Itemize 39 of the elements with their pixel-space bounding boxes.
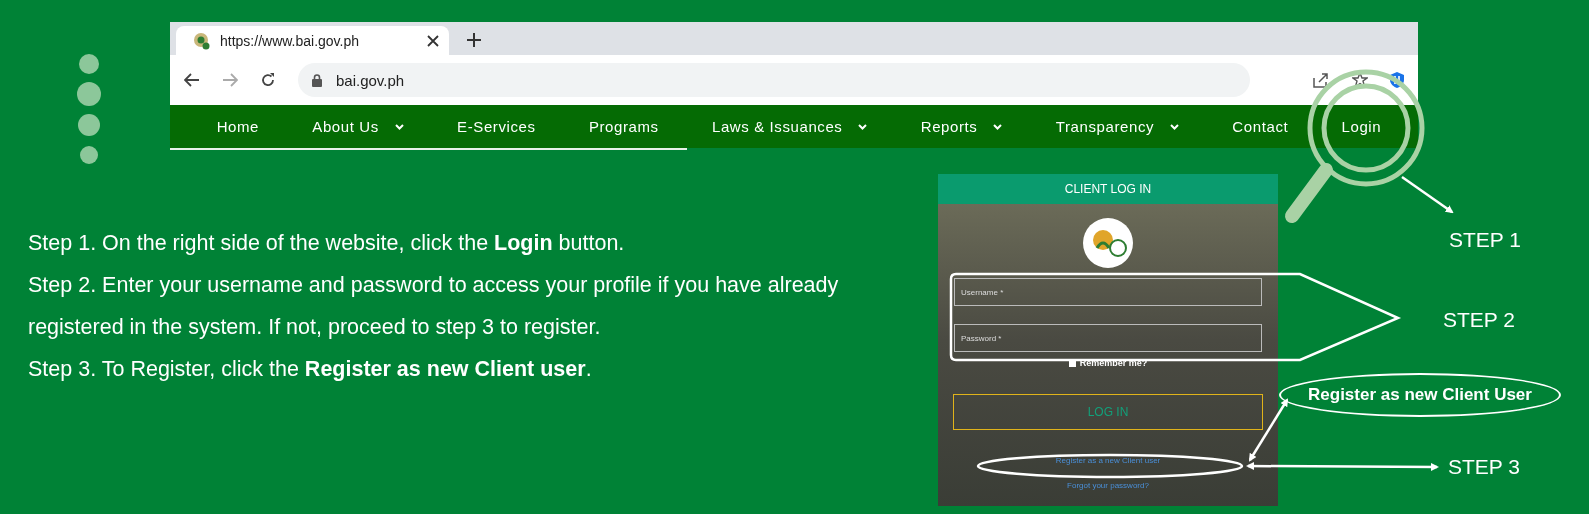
callout-label: Register as new Client User (1279, 373, 1561, 417)
instruction-text: Step 2. Enter your username and password to access your profile if you have already registered in the system. If not, proceed to step 3 to register. (28, 272, 840, 341)
close-icon[interactable] (427, 34, 439, 47)
checkbox[interactable] (1068, 359, 1076, 367)
nav-link[interactable]: E-Services (457, 118, 536, 135)
address-bar[interactable]: bai.gov.ph (298, 63, 1250, 97)
step-label: STEP 2 (1443, 308, 1515, 332)
nav-link[interactable]: Reports (920, 118, 978, 135)
share-icon[interactable] (1312, 72, 1330, 88)
caret-icon[interactable] (394, 123, 404, 130)
nav-link[interactable]: Laws & Issuances (711, 118, 843, 135)
address-text: bai.gov.ph (336, 71, 405, 89)
nav-link[interactable]: About Us (312, 118, 379, 135)
nav-link[interactable]: Contact (1232, 118, 1289, 135)
username-field[interactable]: Username * (954, 278, 1262, 306)
back-icon[interactable] (184, 73, 200, 87)
lock-icon (312, 73, 322, 87)
tab-title: https://www.bai.gov.ph (220, 32, 361, 49)
browser-tab[interactable]: https://www.bai.gov.ph (176, 26, 449, 55)
plus-icon[interactable] (467, 33, 481, 47)
shield-icon[interactable] (1390, 72, 1404, 88)
panel-header: CLIENT LOG IN (938, 174, 1278, 204)
instruction-text: Step 3. To Register, click the Register as new Client user. (28, 356, 593, 383)
nav-link[interactable]: Login (1341, 118, 1382, 135)
step-label: STEP 3 (1448, 455, 1520, 479)
instruction-text: Step 1. On the right side of the website, click the Login button. (28, 230, 626, 257)
nav-link[interactable]: Home (216, 118, 260, 135)
nav-link[interactable]: Transparency (1055, 118, 1155, 135)
caret-icon[interactable] (993, 123, 1003, 130)
star-icon[interactable] (1352, 72, 1368, 88)
seal-logo-icon (1083, 218, 1133, 268)
caret-icon[interactable] (858, 123, 868, 130)
caret-icon[interactable] (1170, 123, 1180, 130)
reload-icon[interactable] (260, 72, 276, 88)
step-label: STEP 1 (1449, 228, 1521, 252)
arrow (1401, 175, 1454, 214)
seal-icon (192, 31, 210, 50)
password-field[interactable]: Password * (954, 324, 1262, 352)
nav-link[interactable]: Programs (588, 118, 659, 135)
